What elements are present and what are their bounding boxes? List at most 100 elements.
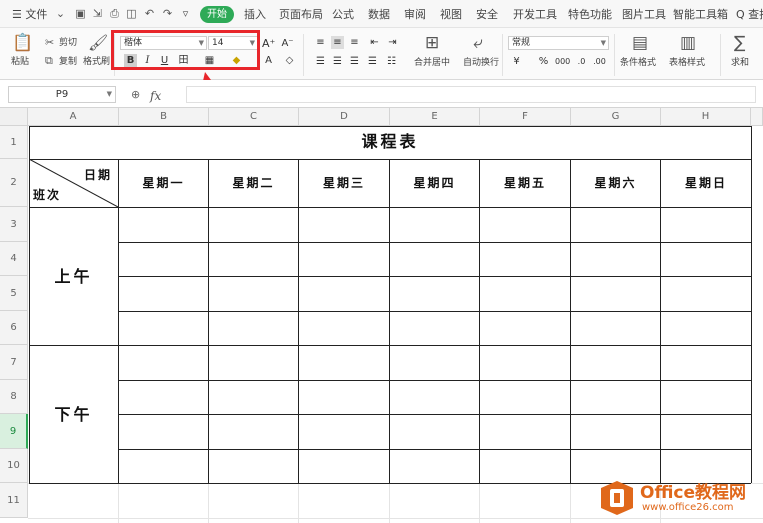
- spreadsheet-grid[interactable]: A B C D E F G H 1 2 3 4 5 6 7 8 9 10 11: [0, 108, 763, 523]
- row-header-11[interactable]: 11: [0, 483, 28, 518]
- row-header-8[interactable]: 8: [0, 380, 28, 414]
- format-painter-button[interactable]: 格式刷: [83, 57, 110, 68]
- row-header-1[interactable]: 1: [0, 126, 28, 159]
- column-header-b[interactable]: B: [119, 108, 209, 126]
- row-header-6[interactable]: 6: [0, 311, 28, 345]
- column-header-e[interactable]: E: [390, 108, 480, 126]
- tab-insert[interactable]: 插入: [244, 7, 266, 23]
- date-header-label[interactable]: 日期: [84, 166, 112, 183]
- percent-icon[interactable]: %: [537, 55, 550, 68]
- morning-label[interactable]: 上午: [29, 208, 118, 345]
- schedule-title[interactable]: 课程表: [29, 126, 751, 158]
- search-button[interactable]: Q 查找: [736, 7, 763, 23]
- table-style-button[interactable]: 表格样式: [669, 58, 705, 69]
- tab-review[interactable]: 审阅: [404, 7, 426, 23]
- tab-smart-toolbox[interactable]: 智能工具箱: [673, 7, 728, 23]
- tab-picture-tools[interactable]: 图片工具: [622, 7, 666, 23]
- paste-button[interactable]: 粘贴: [11, 57, 29, 68]
- conditional-format-button[interactable]: 条件格式: [620, 58, 656, 69]
- scissors-icon[interactable]: ✂: [45, 37, 54, 48]
- thousands-icon[interactable]: 000: [555, 55, 570, 68]
- row-header-5[interactable]: 5: [0, 276, 28, 311]
- align-right-icon[interactable]: ☰: [348, 55, 361, 68]
- chevron-down-icon[interactable]: ⌄: [54, 7, 67, 20]
- column-header-c[interactable]: C: [209, 108, 299, 126]
- day-header-saturday[interactable]: 星期六: [571, 159, 660, 207]
- save-icon[interactable]: ▣: [74, 7, 87, 20]
- select-all-corner[interactable]: [0, 108, 28, 126]
- name-box[interactable]: P9 ▼: [8, 86, 116, 103]
- decrease-decimal-icon[interactable]: .00: [593, 55, 606, 68]
- align-center-icon[interactable]: ☰: [331, 55, 344, 68]
- row-header-4[interactable]: 4: [0, 242, 28, 276]
- tab-security[interactable]: 安全: [476, 7, 498, 23]
- day-header-monday[interactable]: 星期一: [119, 159, 208, 207]
- align-top-icon[interactable]: ≡: [314, 36, 327, 49]
- day-header-thursday[interactable]: 星期四: [390, 159, 479, 207]
- redo-icon[interactable]: ↷: [161, 7, 174, 20]
- format-painter-icon[interactable]: 🖌: [88, 35, 108, 51]
- row-header-9[interactable]: 9: [0, 414, 28, 449]
- tab-page-layout[interactable]: 页面布局: [279, 7, 323, 23]
- copy-icon[interactable]: ⧉: [45, 55, 53, 66]
- export-icon[interactable]: ⇲: [91, 7, 104, 20]
- print-icon[interactable]: ⎙: [108, 7, 121, 20]
- class-header-label[interactable]: 班次: [33, 186, 61, 203]
- column-header-d[interactable]: D: [299, 108, 390, 126]
- column-header-a[interactable]: A: [28, 108, 119, 126]
- wrap-text-button[interactable]: 自动换行: [463, 58, 499, 69]
- undo-icon[interactable]: ↶: [143, 7, 156, 20]
- file-menu[interactable]: ☰ 文件: [12, 7, 47, 23]
- conditional-format-icon[interactable]: ▤: [632, 35, 648, 52]
- number-format-select[interactable]: 常规 ▼: [508, 36, 609, 50]
- formula-input[interactable]: [186, 86, 756, 103]
- currency-icon[interactable]: ¥: [510, 55, 523, 68]
- table-style-icon[interactable]: ▥: [680, 35, 696, 52]
- tab-special-features[interactable]: 特色功能: [568, 7, 612, 23]
- justify-icon[interactable]: ☰: [366, 55, 379, 68]
- sum-button[interactable]: 求和: [731, 58, 749, 69]
- print-preview-icon[interactable]: ◫: [125, 7, 138, 20]
- font-a-icon[interactable]: A: [262, 54, 275, 67]
- decrease-font-icon[interactable]: A⁻: [281, 37, 294, 50]
- align-left-icon[interactable]: ☰: [314, 55, 327, 68]
- afternoon-label[interactable]: 下午: [29, 346, 118, 483]
- customize-icon[interactable]: ▿: [179, 7, 192, 20]
- tab-home[interactable]: 开始: [200, 6, 234, 23]
- distributed-icon[interactable]: ☷: [385, 55, 398, 68]
- fx-icon[interactable]: fx: [150, 89, 161, 103]
- align-bottom-icon[interactable]: ≡: [348, 36, 361, 49]
- align-middle-icon[interactable]: ≡: [331, 36, 344, 49]
- merge-center-icon[interactable]: ⊞: [425, 35, 439, 52]
- tab-developer[interactable]: 开发工具: [513, 7, 557, 23]
- column-header-h[interactable]: H: [661, 108, 751, 126]
- table-border: [118, 159, 119, 483]
- cut-button[interactable]: 剪切: [59, 38, 77, 49]
- column-header-g[interactable]: G: [571, 108, 661, 126]
- indent-left-icon[interactable]: ⇤: [368, 36, 381, 49]
- column-header-f[interactable]: F: [480, 108, 571, 126]
- row-header-7[interactable]: 7: [0, 345, 28, 380]
- clear-format-icon[interactable]: ◇: [283, 54, 296, 67]
- increase-font-icon[interactable]: A⁺: [262, 37, 275, 50]
- day-header-wednesday[interactable]: 星期三: [299, 159, 389, 207]
- row-header-3[interactable]: 3: [0, 207, 28, 242]
- wrap-text-icon[interactable]: ⤶: [473, 35, 483, 52]
- indent-right-icon[interactable]: ⇥: [386, 36, 399, 49]
- tab-formulas[interactable]: 公式: [332, 7, 354, 23]
- sum-icon[interactable]: ∑: [734, 35, 745, 52]
- paste-icon[interactable]: 📋: [12, 35, 33, 52]
- ribbon-divider: [502, 34, 503, 76]
- day-header-tuesday[interactable]: 星期二: [209, 159, 298, 207]
- column-header-i[interactable]: [751, 108, 763, 126]
- row-header-10[interactable]: 10: [0, 449, 28, 483]
- tab-data[interactable]: 数据: [368, 7, 390, 23]
- day-header-friday[interactable]: 星期五: [480, 159, 570, 207]
- merge-center-button[interactable]: 合并居中: [414, 58, 450, 69]
- day-header-sunday[interactable]: 星期日: [661, 159, 751, 207]
- tab-view[interactable]: 视图: [440, 7, 462, 23]
- increase-decimal-icon[interactable]: .0: [575, 55, 588, 68]
- row-header-2[interactable]: 2: [0, 159, 28, 207]
- copy-button[interactable]: 复制: [59, 57, 77, 68]
- zoom-icon[interactable]: ⊕: [131, 88, 140, 101]
